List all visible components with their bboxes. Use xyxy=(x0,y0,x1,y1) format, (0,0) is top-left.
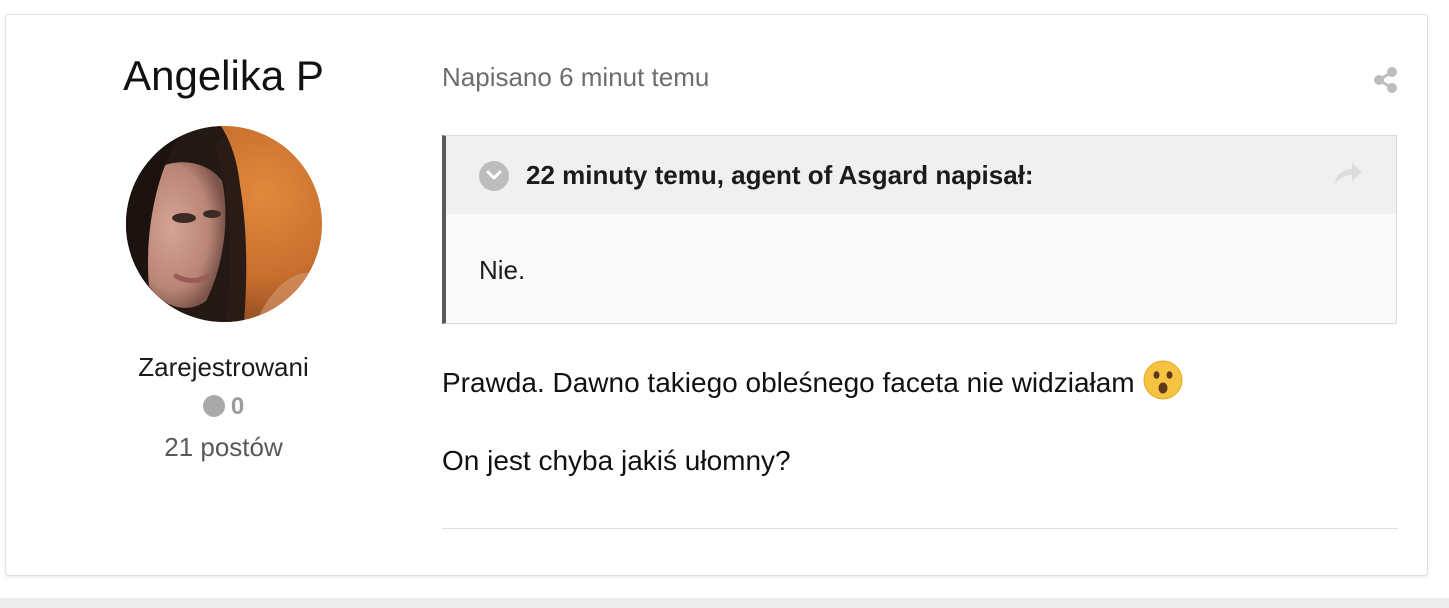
author-group: Zarejestrowani xyxy=(138,352,309,382)
quote-block: 22 minuty temu, agent of Asgard napisał:… xyxy=(442,135,1397,324)
reputation-badge[interactable]: 0 xyxy=(6,392,441,422)
forward-arrow-icon[interactable] xyxy=(1332,160,1364,188)
forum-post: Angelika P Zarejestrowani 0 21 postów Na… xyxy=(5,14,1428,576)
quote-header: 22 minuty temu, agent of Asgard napisał: xyxy=(446,136,1396,214)
post-text-line-1: Prawda. Dawno takiego obleśnego faceta n… xyxy=(442,367,1135,398)
quote-body: Nie. xyxy=(479,255,526,285)
surprised-face-icon xyxy=(1143,360,1183,400)
avatar[interactable] xyxy=(126,126,322,322)
post-text-line: On jest chyba jakiś ułomny? xyxy=(442,443,791,479)
share-icon[interactable] xyxy=(1370,65,1400,95)
post-date[interactable]: Napisano 6 minut temu xyxy=(442,61,709,93)
reputation-value: 0 xyxy=(230,393,245,420)
post-divider xyxy=(442,528,1398,529)
quote-citation: 22 minuty temu, agent of Asgard napisał: xyxy=(526,160,1034,190)
chevron-down-circle-icon[interactable] xyxy=(479,161,509,191)
author-panel: Angelika P Zarejestrowani 0 21 postów xyxy=(6,15,441,575)
post-count: 21 postów xyxy=(164,432,283,462)
post-text-line-2: On jest chyba jakiś ułomny? xyxy=(442,445,791,476)
author-name[interactable]: Angelika P xyxy=(6,51,441,101)
post-text-line: Prawda. Dawno takiego obleśnego faceta n… xyxy=(442,360,1183,401)
reputation-dot-icon xyxy=(202,395,225,417)
next-post-edge xyxy=(0,598,1449,608)
avatar-photo xyxy=(126,126,322,322)
